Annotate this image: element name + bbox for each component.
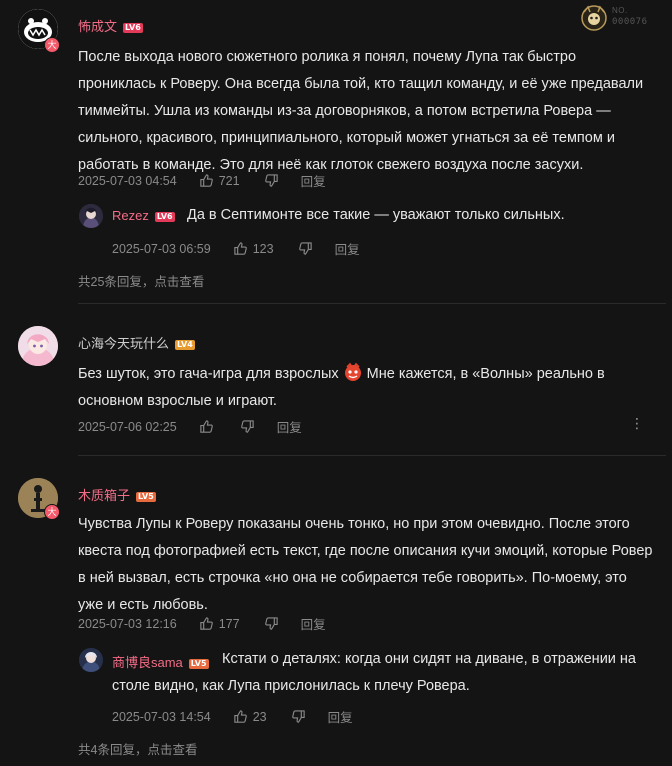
username-text[interactable]: 木质箱子 bbox=[78, 488, 130, 503]
timestamp: 2025-07-03 06:59 bbox=[112, 241, 211, 256]
level-badge: LV4 bbox=[175, 339, 195, 350]
thumbs-up-icon bbox=[199, 173, 214, 188]
comment-text-part: Без шуток, это гача-игра для взрослых bbox=[78, 366, 339, 382]
thumbs-up-icon bbox=[233, 241, 248, 256]
divider bbox=[78, 455, 666, 456]
more-replies-link[interactable]: 共25条回复，点击查看 bbox=[78, 271, 204, 290]
reply-text: Да в Септимонте все такие — уважают толь… bbox=[187, 207, 565, 223]
timestamp: 2025-07-03 12:16 bbox=[78, 616, 177, 631]
like-button[interactable]: 721 bbox=[199, 173, 240, 188]
reply-avatar[interactable] bbox=[79, 648, 103, 672]
divider bbox=[78, 303, 666, 304]
like-button[interactable]: 23 bbox=[233, 709, 267, 724]
comment-text: После выхода нового сюжетного ролика я п… bbox=[78, 49, 644, 173]
username[interactable]: 木质箱子 LV5 bbox=[78, 485, 156, 504]
thumbs-up-icon bbox=[233, 709, 248, 724]
level-badge: LV5 bbox=[136, 491, 156, 502]
like-count: 721 bbox=[218, 173, 240, 188]
comment-meta: 2025-07-03 04:54 721 回复 bbox=[78, 171, 326, 190]
timestamp: 2025-07-03 14:54 bbox=[112, 709, 211, 724]
reply-button[interactable]: 回复 bbox=[301, 171, 326, 190]
avatar[interactable] bbox=[18, 326, 58, 366]
reply-button[interactable]: 回复 bbox=[301, 614, 326, 633]
timestamp: 2025-07-03 04:54 bbox=[78, 173, 177, 188]
thumbs-up-icon bbox=[199, 616, 214, 631]
comment-text: Без шуток, это гача-игра для взрослых Мн… bbox=[78, 361, 648, 415]
level-badge: LV6 bbox=[123, 22, 143, 33]
comment-meta: 2025-07-06 02:25 回复 bbox=[78, 417, 302, 436]
thumbs-down-icon[interactable] bbox=[298, 241, 313, 256]
username-text[interactable]: 怖成文 bbox=[78, 19, 117, 34]
like-button[interactable]: 177 bbox=[199, 616, 240, 631]
comment-text: Чувства Лупы к Роверу показаны очень тон… bbox=[78, 516, 653, 613]
reply-button[interactable]: 回复 bbox=[277, 417, 302, 436]
level-badge: LV6 bbox=[154, 211, 175, 222]
comment-meta: 2025-07-03 12:16 177 回复 bbox=[78, 614, 326, 633]
reply-text: Кстати о деталях: когда они сидят на див… bbox=[112, 651, 636, 694]
emoji-sticker-icon bbox=[343, 362, 363, 382]
avatar-badge: 大 bbox=[44, 37, 60, 53]
like-count: 177 bbox=[218, 616, 240, 631]
thumbs-down-icon[interactable] bbox=[291, 709, 306, 724]
reply-avatar[interactable] bbox=[79, 204, 103, 228]
thumbs-up-icon[interactable] bbox=[199, 419, 214, 434]
thumbs-down-icon[interactable] bbox=[264, 616, 279, 631]
username[interactable]: 心海今天玩什么 LV4 bbox=[78, 333, 195, 352]
reply-meta: 2025-07-03 06:59 123 回复 bbox=[112, 239, 360, 258]
fan-badge-number: 000076 bbox=[612, 17, 648, 27]
like-count: 123 bbox=[252, 241, 274, 256]
avatar-badge: 大 bbox=[44, 504, 60, 520]
reply-button[interactable]: 回复 bbox=[335, 239, 360, 258]
like-count: 23 bbox=[252, 709, 267, 724]
thumbs-down-icon[interactable] bbox=[240, 419, 255, 434]
more-options-icon[interactable]: ⋮ bbox=[630, 415, 644, 432]
fan-badge: NO. 000076 bbox=[580, 4, 666, 32]
more-replies-link[interactable]: 共4条回复，点击查看 bbox=[78, 739, 197, 758]
username-text[interactable]: 心海今天玩什么 bbox=[78, 336, 169, 351]
username[interactable]: 怖成文 LV6 bbox=[78, 16, 143, 35]
thumbs-down-icon[interactable] bbox=[264, 173, 279, 188]
reply-meta: 2025-07-03 14:54 23 回复 bbox=[112, 707, 353, 726]
like-button[interactable]: 123 bbox=[233, 241, 274, 256]
reply-username[interactable]: Rezez LV6 bbox=[112, 208, 175, 223]
timestamp: 2025-07-06 02:25 bbox=[78, 419, 177, 434]
reply-button[interactable]: 回复 bbox=[328, 707, 353, 726]
fan-badge-label: NO. bbox=[612, 6, 628, 15]
reply-username-text[interactable]: Rezez bbox=[112, 208, 149, 223]
